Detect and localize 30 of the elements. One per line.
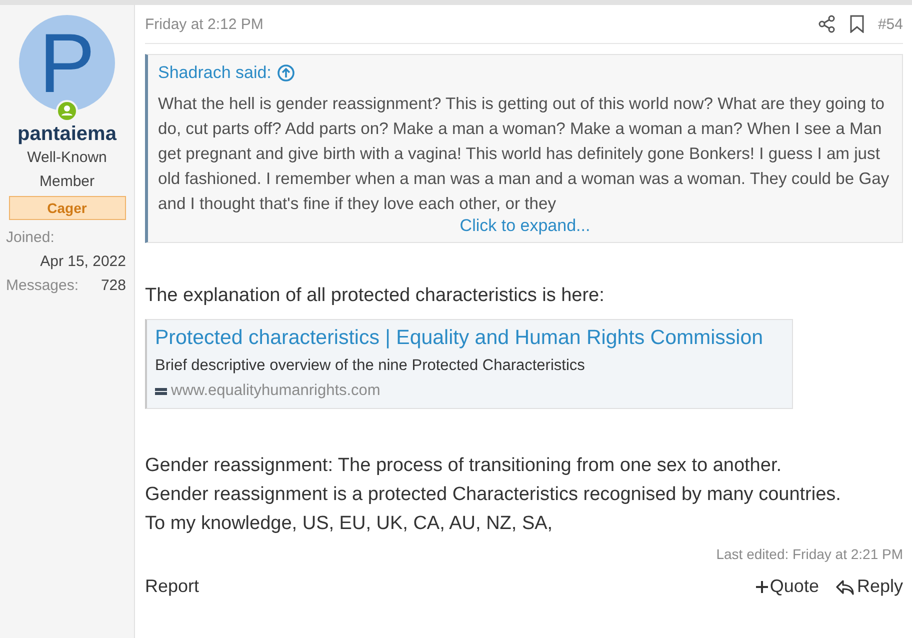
post-text: The explanation of all protected characteristics is here: (145, 285, 606, 307)
report-link[interactable]: Report (145, 576, 200, 597)
user-title: Well-Known Member (26, 148, 108, 192)
link-title[interactable]: Protected characteristics | Equality and Human Rights Commission (155, 326, 784, 350)
quote-attribution[interactable]: Shadrach said: (158, 63, 272, 83)
favicon-icon (155, 388, 167, 394)
stat-value: Apr 15, 2022 (40, 252, 126, 272)
quote-text: What the hell is gender reassignment? This is getting out of this world now? What are they going to do, cut parts off? Add parts on? Make a man a woman? Make a woman a man? When I see a Man get pregnant and give birth with a vagina! This world has definitely gone Bonkers! I guess I am just old fashioned. I remember when a man was a man and a woman was a woman. They could be Gay and I thought that's fine if they love each other, or they (157, 93, 890, 215)
post-text: Gender reassignment: The process of transitioning from one sex to another. (145, 454, 782, 478)
username[interactable]: pantaiema (18, 123, 116, 146)
stat-label: Joined: (6, 228, 54, 248)
stat-value: 728 (100, 276, 126, 296)
stat-label: Messages: (6, 276, 79, 296)
arrow-up-icon[interactable] (277, 64, 296, 82)
reply-link[interactable]: Reply (834, 576, 903, 597)
avatar[interactable]: P (19, 15, 115, 111)
bookmark-icon[interactable] (850, 15, 864, 33)
share-icon[interactable] (818, 15, 836, 33)
last-edited: Last edited: Friday at 2:21 PM (715, 546, 903, 562)
link-description: Brief descriptive overview of the nine Protected Characteristics (155, 357, 586, 375)
post-text: Gender reassignment is a protected Characteristics recognised by many countries. (145, 483, 842, 507)
plus-icon (756, 580, 768, 592)
quote-link[interactable]: Quote (756, 576, 819, 597)
expand-link[interactable]: Click to expand... (148, 216, 902, 242)
post-number[interactable]: #54 (878, 16, 903, 32)
post-date[interactable]: Friday at 2:12 PM (145, 16, 264, 32)
post-text: To my knowledge, US, EU, UK, CA, AU, NZ, SA, (145, 512, 554, 536)
user-banner: Cager (8, 196, 126, 220)
reply-icon (834, 578, 855, 594)
link-domain: www.equalityhumanrights.com (171, 382, 380, 400)
